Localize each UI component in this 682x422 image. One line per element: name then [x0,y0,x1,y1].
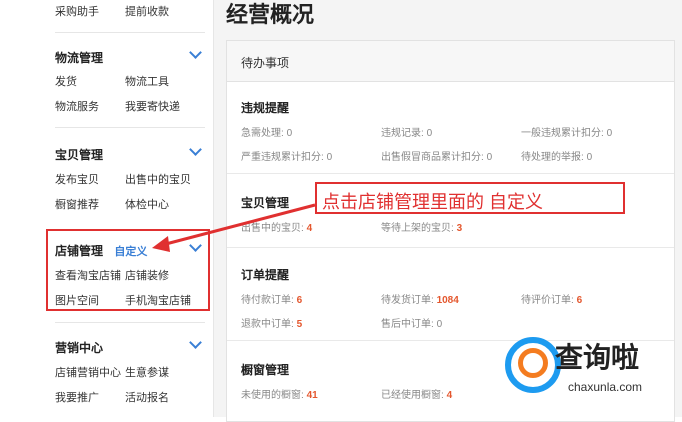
watermark-logo-inner-icon [518,348,548,378]
watermark-name: 查询啦 [555,342,640,373]
watermark-url: chaxunla.com [568,380,643,394]
